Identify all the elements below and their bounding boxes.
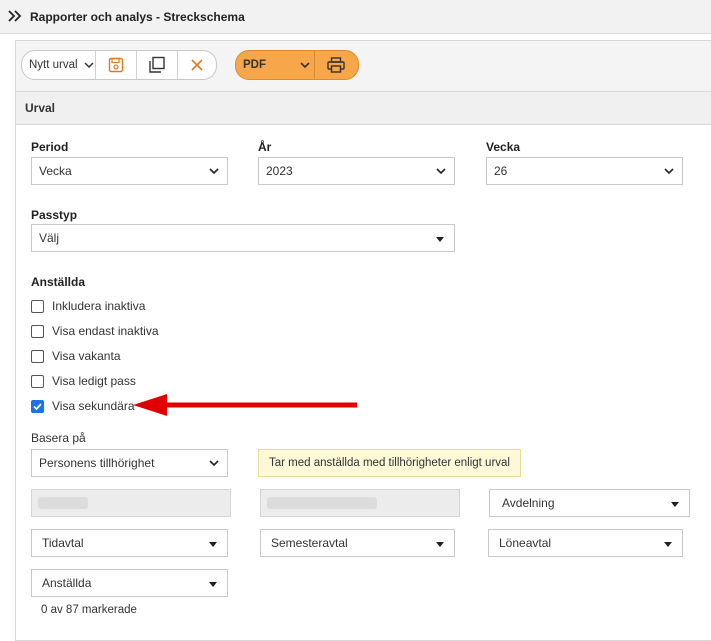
base-value: Personens tillhörighet xyxy=(39,456,155,470)
checkbox-show-secondary[interactable]: Visa sekundära xyxy=(31,399,135,413)
passtyp-select[interactable]: Välj xyxy=(31,224,455,252)
passtyp-value: Välj xyxy=(39,231,60,245)
base-select[interactable]: Personens tillhörighet xyxy=(31,449,228,477)
close-icon xyxy=(191,59,203,71)
chevron-down-icon xyxy=(209,168,219,175)
employees-label: Anställda xyxy=(31,275,86,289)
vacation-agreement-value: Semesteravtal xyxy=(271,536,348,550)
caret-down-icon xyxy=(671,502,679,507)
checkbox-box[interactable] xyxy=(31,399,44,413)
checkbox-label: Inkludera inaktiva xyxy=(52,299,146,313)
year-label: År xyxy=(258,140,272,154)
disabled-field xyxy=(31,489,231,517)
week-select[interactable]: 26 xyxy=(486,157,683,185)
period-value: Vecka xyxy=(39,164,72,178)
week-label: Vecka xyxy=(486,140,521,154)
passtyp-label: Passtyp xyxy=(31,208,78,222)
checkbox-include-inactive[interactable]: Inkludera inaktiva xyxy=(31,299,145,313)
section-header: Urval xyxy=(16,92,711,125)
checkbox-label: Visa endast inaktiva xyxy=(52,324,159,338)
checkbox-label: Visa vakanta xyxy=(52,349,121,363)
employees-select[interactable]: Anställda xyxy=(31,569,228,597)
caret-down-icon xyxy=(436,542,444,547)
title-bar: Rapporter och analys - Streckschema xyxy=(0,0,711,34)
period-label: Period xyxy=(31,140,69,154)
chevron-down-icon xyxy=(300,62,310,69)
print-button[interactable] xyxy=(315,51,357,79)
export-toolbar-group: PDF xyxy=(235,50,359,80)
checkbox-label: Visa ledigt pass xyxy=(52,374,136,388)
department-select[interactable]: Avdelning xyxy=(489,489,690,517)
period-select[interactable]: Vecka xyxy=(31,157,228,185)
section-title: Urval xyxy=(25,101,56,115)
checkbox-show-free-shift[interactable]: Visa ledigt pass xyxy=(31,374,136,388)
checkbox-box[interactable] xyxy=(31,324,44,338)
copy-icon xyxy=(149,56,165,73)
printer-icon xyxy=(327,57,345,73)
chevron-down-icon xyxy=(436,168,446,175)
time-agreement-value: Tidavtal xyxy=(42,536,84,550)
copy-button[interactable] xyxy=(137,51,178,79)
employees-value: Anställda xyxy=(42,576,92,590)
disabled-field xyxy=(260,489,460,517)
chevron-down-icon xyxy=(664,168,674,175)
salary-agreement-select[interactable]: Löneavtal xyxy=(488,529,683,557)
time-agreement-select[interactable]: Tidavtal xyxy=(31,529,228,557)
page-title: Rapporter och analys - Streckschema xyxy=(30,9,245,24)
save-button[interactable] xyxy=(96,51,137,79)
year-select[interactable]: 2023 xyxy=(258,157,455,185)
year-value: 2023 xyxy=(266,164,293,178)
blurred-content xyxy=(267,497,377,509)
checkbox-box[interactable] xyxy=(31,374,44,388)
caret-down-icon xyxy=(664,542,672,547)
checkbox-label: Visa sekundära xyxy=(52,399,135,413)
toolbar: Nytt urval PDF xyxy=(16,41,711,92)
checkbox-only-inactive[interactable]: Visa endast inaktiva xyxy=(31,324,159,338)
caret-down-icon xyxy=(436,237,444,242)
pdf-label: PDF xyxy=(243,59,266,71)
checkbox-show-vacant[interactable]: Visa vakanta xyxy=(31,349,121,363)
week-value: 26 xyxy=(494,164,508,178)
caret-down-icon xyxy=(209,582,217,587)
chevron-down-icon xyxy=(209,460,219,467)
selected-count: 0 av 87 markerade xyxy=(41,604,137,616)
selection-toolbar-group: Nytt urval xyxy=(21,50,217,80)
selection-dropdown[interactable]: Nytt urval xyxy=(22,51,96,79)
department-value: Avdelning xyxy=(502,496,555,510)
save-icon xyxy=(108,57,124,73)
selection-label: Nytt urval xyxy=(29,59,78,71)
base-label: Basera på xyxy=(31,431,86,445)
caret-down-icon xyxy=(209,542,217,547)
close-button[interactable] xyxy=(178,51,216,79)
pdf-dropdown[interactable]: PDF xyxy=(236,51,315,79)
report-panel: Nytt urval PDF Urval Period Vecka År 202… xyxy=(15,40,711,641)
blurred-content xyxy=(38,497,88,509)
double-chevron-right-icon[interactable] xyxy=(0,9,30,25)
red-arrow-annotation xyxy=(133,394,357,416)
checkbox-box[interactable] xyxy=(31,299,44,313)
chevron-down-icon xyxy=(84,62,94,69)
checkbox-box[interactable] xyxy=(31,349,44,363)
info-note: Tar med anställda med tillhörigheter enl… xyxy=(258,449,521,477)
checkmark-icon xyxy=(33,402,42,410)
vacation-agreement-select[interactable]: Semesteravtal xyxy=(260,529,455,557)
salary-agreement-value: Löneavtal xyxy=(499,536,552,550)
